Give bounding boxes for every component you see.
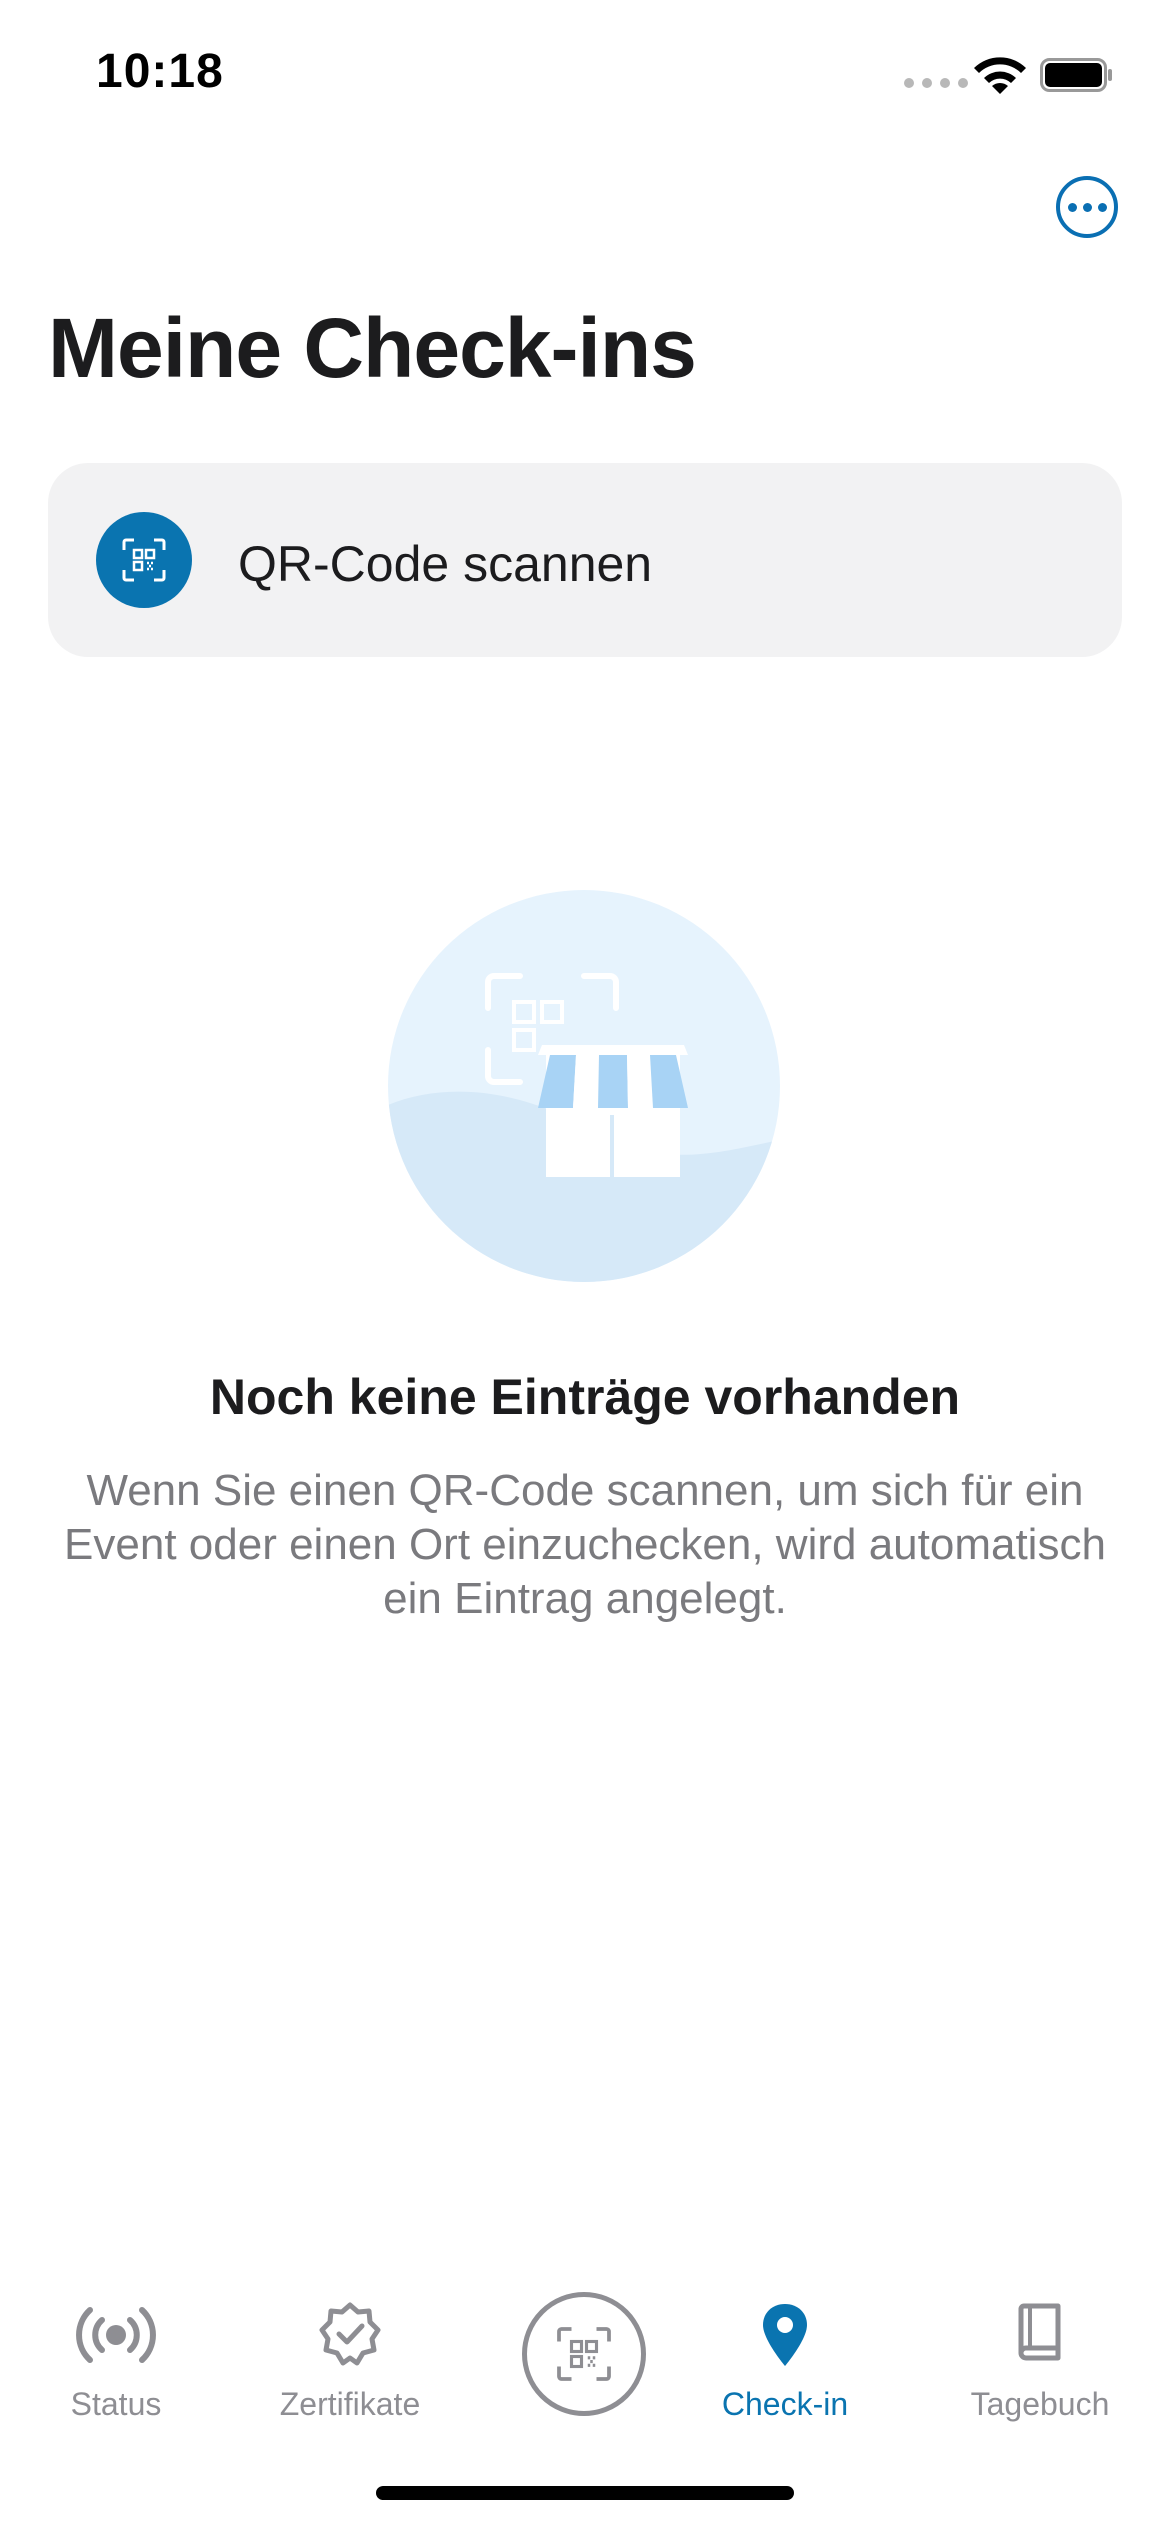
tab-status[interactable]: Status [16, 2250, 216, 2422]
empty-state-title: Noch keine Einträge vorhanden [209, 1369, 961, 1425]
center-qr-scan-button[interactable] [522, 2292, 646, 2416]
wifi-icon [974, 57, 1026, 94]
empty-state-description: Wenn Sie einen QR-Code scannen, um sich … [64, 1466, 1106, 1623]
tab-check-in-label: Check-in [721, 2386, 849, 2422]
scan-qr-code-card[interactable]: QR-Code scannen [48, 463, 1122, 657]
page-title: Meine Check-ins [48, 301, 697, 395]
broadcast-icon [76, 2307, 156, 2363]
tab-zertifikate-label: Zertifikate [279, 2386, 421, 2422]
more-options-button[interactable] [1056, 176, 1118, 238]
location-pin-icon [763, 2304, 807, 2366]
qr-scan-icon [557, 2327, 611, 2381]
cellular-signal-icon [904, 78, 968, 88]
tab-tagebuch-label: Tagebuch [970, 2386, 1110, 2422]
qr-scan-icon [96, 512, 192, 608]
certificate-icon [319, 2302, 381, 2366]
home-indicator[interactable] [376, 2486, 794, 2500]
book-icon [1018, 2303, 1061, 2361]
tab-tagebuch[interactable]: Tagebuch [940, 2250, 1140, 2422]
tab-zertifikate[interactable]: Zertifikate [250, 2250, 450, 2422]
status-bar: 10:18 [0, 0, 1170, 140]
scan-card-label: QR-Code scannen [238, 536, 653, 592]
tab-status-label: Status [70, 2386, 162, 2422]
battery-icon [1040, 58, 1112, 92]
empty-checkins-illustration [388, 890, 780, 1282]
more-dot [1067, 202, 1077, 212]
more-dot [1097, 202, 1107, 212]
more-dot [1082, 202, 1092, 212]
status-time: 10:18 [96, 45, 224, 98]
tab-check-in[interactable]: Check-in [685, 2250, 885, 2422]
